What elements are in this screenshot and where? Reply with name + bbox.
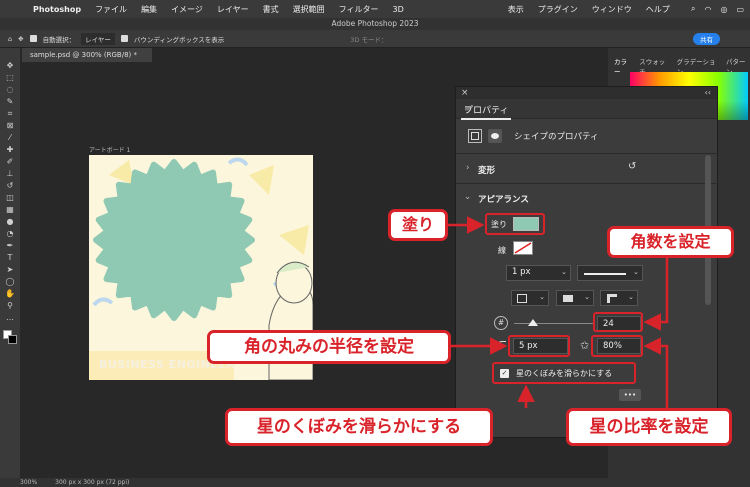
callout-points: 角数を設定: [607, 226, 734, 258]
callout-radius: 角の丸みの半径を設定: [207, 330, 451, 364]
callout-smooth: 星のくぼみを滑らかにする: [225, 408, 493, 446]
callout-ratio: 星の比率を設定: [566, 408, 732, 446]
callout-fill: 塗り: [388, 209, 448, 241]
